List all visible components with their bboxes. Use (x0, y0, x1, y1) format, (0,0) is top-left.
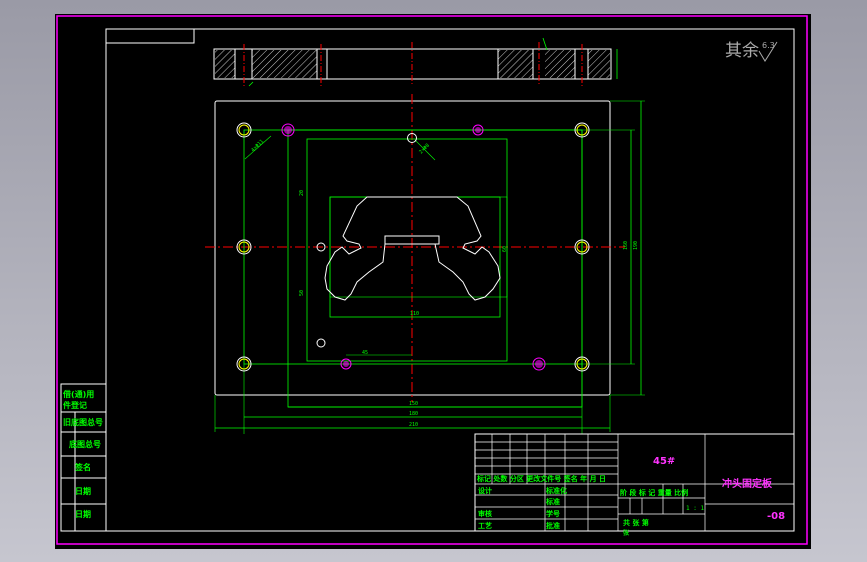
hatch-left-2 (252, 50, 317, 78)
dim-top: 20 (299, 190, 305, 196)
hatch-left-1 (215, 50, 235, 78)
strip-label-3: 底图总号 (68, 439, 101, 449)
dim-right-1: 160 (623, 241, 629, 250)
tb-role-process: 工艺 (478, 521, 492, 530)
title-block: 标记 处数 分区 更改文件号 签名 年 月 日 设计 标准化 标准 审核 学号 … (474, 433, 795, 537)
tb-drawing-number: -08 (767, 511, 785, 522)
strip-label-1: 件登记 (63, 400, 87, 410)
dim-bottom-1: 150 (409, 401, 418, 407)
dim-bottom-3: 210 (409, 422, 418, 428)
cad-viewport: 其余 6.3 150 180 210 160 190 20 50 60 110 … (55, 14, 811, 549)
tb-material: 45# (653, 456, 675, 467)
strip-label-4: 签名 (74, 462, 91, 472)
tb-change-headers: 标记 处数 分区 更改文件号 签名 年 月 日 (476, 474, 606, 483)
dim-right-2: 190 (633, 241, 639, 250)
tb-sheet-unit: 张 (623, 529, 630, 537)
left-strip-table: 借(通)用 件登记 旧底图总号 底图总号 签名 日期 日期 (60, 383, 107, 532)
corner-box (105, 28, 195, 44)
tb-role-approve: 批准 (546, 521, 560, 530)
plan-view: 150 180 210 160 190 20 50 60 110 45 4×Φ1… (205, 94, 645, 434)
hatch-right-1 (498, 50, 533, 78)
tb-role-review: 审核 (478, 509, 492, 518)
drawing-canvas: 其余 6.3 150 180 210 160 190 20 50 60 110 … (56, 15, 808, 545)
strip-label-5: 日期 (75, 486, 91, 496)
tb-sheet-row: 共 张 第 (623, 518, 649, 527)
dim-inner-depth: 50 (299, 290, 305, 296)
strip-label-0: 借(通)用 (62, 389, 94, 399)
dim-offset-2: 60 (502, 246, 508, 252)
tb-item-xue: 学号 (546, 509, 560, 518)
sheet-border (56, 15, 808, 545)
punch-cavity (324, 196, 501, 301)
pin-note: 2×Φ8 (418, 143, 431, 156)
strip-label-2: 旧底图总号 (63, 417, 103, 427)
tb-stage-headers: 阶 段 标 记 重量 比例 (620, 488, 688, 497)
dim-width-inner: 110 (410, 311, 419, 317)
section-view (213, 37, 618, 87)
tb-item-xiao: 标准 (545, 497, 560, 506)
tb-role-design: 设计 (478, 486, 492, 495)
hatch-right-3 (588, 50, 610, 78)
hole-note: 4×Φ11 (250, 139, 265, 154)
tb-part-name: 冲头固定板 (722, 477, 773, 490)
surface-note-prefix: 其余 (725, 41, 759, 61)
drawing-frame (105, 28, 795, 532)
strip-label-6: 日期 (75, 509, 91, 519)
tb-role-standard: 标准化 (545, 486, 567, 495)
dim-bottom-2: 180 (409, 411, 418, 417)
hatch-right-2 (545, 50, 575, 78)
tb-scale: 1 : 1 (686, 505, 704, 512)
